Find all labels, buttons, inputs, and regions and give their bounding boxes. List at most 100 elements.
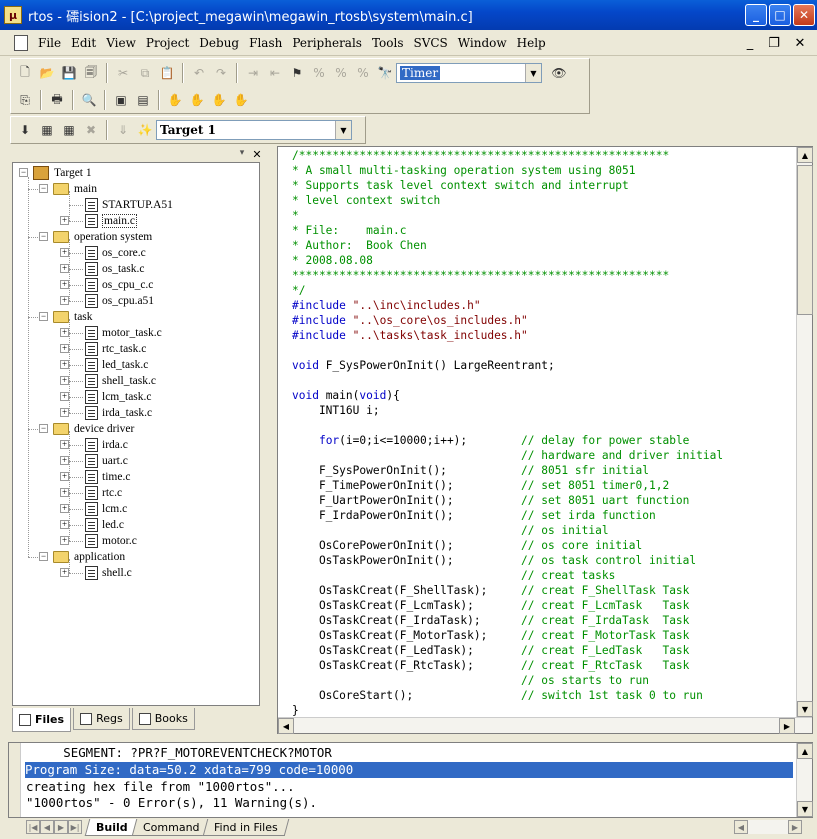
tree-file[interactable]: STARTUP.A51 bbox=[85, 197, 173, 213]
collapse-toggle-icon[interactable]: − bbox=[39, 312, 48, 321]
scroll-right-icon[interactable]: ▶ bbox=[788, 820, 802, 834]
scroll-up-icon[interactable]: ▲ bbox=[797, 743, 813, 759]
tree-file[interactable]: + motor.c bbox=[60, 533, 137, 549]
menu-view[interactable]: View bbox=[101, 36, 141, 50]
open-folder-icon[interactable]: 📂 bbox=[36, 62, 58, 84]
editor-horizontal-scrollbar[interactable]: ◀ ▶ bbox=[278, 717, 812, 734]
minimize-button[interactable]: _ bbox=[745, 4, 767, 26]
tree-file[interactable]: + main.c bbox=[60, 213, 137, 229]
scroll-down-icon[interactable]: ▼ bbox=[797, 701, 813, 717]
collapse-toggle-icon[interactable]: − bbox=[39, 552, 48, 561]
expand-toggle-icon[interactable]: + bbox=[60, 456, 69, 465]
scroll-thumb[interactable] bbox=[797, 165, 813, 315]
menu-svcs[interactable]: SVCS bbox=[408, 36, 452, 50]
rebuild-icon[interactable]: ▦ bbox=[58, 119, 80, 141]
tree-file[interactable]: + motor_task.c bbox=[60, 325, 162, 341]
tree-group[interactable]: − main bbox=[39, 181, 97, 197]
collapse-toggle-icon[interactable]: − bbox=[19, 168, 28, 177]
tree-file[interactable]: + os_core.c bbox=[60, 245, 146, 261]
tree-file[interactable]: + led_task.c bbox=[60, 357, 148, 373]
cut-icon[interactable]: ✂ bbox=[112, 62, 134, 84]
binoculars-icon[interactable]: 👁 bbox=[548, 62, 570, 84]
scroll-left-icon[interactable]: ◀ bbox=[734, 820, 748, 834]
tab-files[interactable]: Files bbox=[12, 708, 72, 732]
expand-toggle-icon[interactable]: + bbox=[60, 488, 69, 497]
tree-file[interactable]: + rtc_task.c bbox=[60, 341, 146, 357]
copy-icon[interactable]: ⧉ bbox=[134, 62, 156, 84]
unindent-icon[interactable]: ⇤ bbox=[264, 62, 286, 84]
document-icon[interactable] bbox=[14, 34, 28, 51]
panel-pin-icon[interactable]: ▾ bbox=[236, 148, 248, 160]
expand-toggle-icon[interactable]: + bbox=[60, 344, 69, 353]
tree-file[interactable]: + rtc.c bbox=[60, 485, 122, 501]
paste-icon[interactable]: 📋 bbox=[156, 62, 178, 84]
menu-tools[interactable]: Tools bbox=[367, 36, 409, 50]
target-combo[interactable]: Target 1 ▼ bbox=[156, 120, 352, 140]
tree-file[interactable]: + lcm.c bbox=[60, 501, 127, 517]
window-workspace-icon[interactable]: ▣ bbox=[110, 89, 132, 111]
tab-books[interactable]: Books bbox=[131, 708, 195, 730]
expand-toggle-icon[interactable]: + bbox=[60, 568, 69, 577]
scroll-right-icon[interactable]: ▶ bbox=[779, 718, 795, 734]
output-window[interactable]: SEGMENT: ?PR?F_MOTOREVENTCHECK?MOTOR Pro… bbox=[8, 742, 813, 818]
menu-peripherals[interactable]: Peripherals bbox=[287, 36, 367, 50]
code-text[interactable]: /***************************************… bbox=[292, 148, 723, 718]
expand-toggle-icon[interactable]: + bbox=[60, 440, 69, 449]
save-all-icon[interactable]: 🗐 bbox=[80, 62, 102, 84]
save-icon[interactable]: 💾 bbox=[58, 62, 80, 84]
tree-file[interactable]: + led.c bbox=[60, 517, 124, 533]
bookmark-next-icon[interactable]: % bbox=[308, 62, 330, 84]
debug-session-icon[interactable]: ⎘ bbox=[14, 89, 36, 111]
panel-close-icon[interactable]: ✕ bbox=[251, 148, 263, 161]
scroll-down-icon[interactable]: ▼ bbox=[797, 801, 813, 817]
build-icon[interactable]: ▦ bbox=[36, 119, 58, 141]
expand-toggle-icon[interactable]: + bbox=[60, 520, 69, 529]
hand-stop-icon[interactable]: ✋ bbox=[186, 89, 208, 111]
output-line-selected[interactable]: Program Size: data=50.2 xdata=799 code=1… bbox=[25, 762, 793, 778]
output-gripper[interactable] bbox=[9, 743, 21, 817]
expand-toggle-icon[interactable]: + bbox=[60, 248, 69, 257]
tab-command[interactable]: Command bbox=[131, 818, 211, 836]
expand-toggle-icon[interactable]: + bbox=[60, 472, 69, 481]
menu-debug[interactable]: Debug bbox=[194, 36, 244, 50]
last-tab-icon[interactable]: ▶| bbox=[68, 820, 82, 834]
mdi-restore-button[interactable]: ❐ bbox=[764, 33, 784, 53]
menu-project[interactable]: Project bbox=[141, 36, 194, 50]
scroll-left-icon[interactable]: ◀ bbox=[278, 718, 294, 734]
maximize-button[interactable]: □ bbox=[769, 4, 791, 26]
stop-build-icon[interactable]: ✖ bbox=[80, 119, 102, 141]
bookmark-clear-icon[interactable]: % bbox=[352, 62, 374, 84]
first-tab-icon[interactable]: |◀ bbox=[26, 820, 40, 834]
print-icon[interactable]: 🖶 bbox=[46, 89, 68, 111]
tree-file[interactable]: + os_task.c bbox=[60, 261, 144, 277]
collapse-toggle-icon[interactable]: − bbox=[39, 184, 48, 193]
bookmark-prev-icon[interactable]: % bbox=[330, 62, 352, 84]
download-icon[interactable]: ⇓ bbox=[112, 119, 134, 141]
chevron-down-icon[interactable]: ▼ bbox=[525, 64, 541, 82]
menu-help[interactable]: Help bbox=[512, 36, 551, 50]
menu-file[interactable]: File bbox=[33, 36, 66, 50]
app-icon[interactable]: μ bbox=[4, 6, 22, 24]
expand-toggle-icon[interactable]: + bbox=[60, 536, 69, 545]
tree-group[interactable]: − device driver bbox=[39, 421, 134, 437]
expand-toggle-icon[interactable]: + bbox=[60, 376, 69, 385]
tree-file[interactable]: + shell.c bbox=[60, 565, 132, 581]
chevron-down-icon[interactable]: ▼ bbox=[335, 121, 351, 139]
tree-root[interactable]: − Target 1 bbox=[19, 165, 92, 181]
tree-file[interactable]: + uart.c bbox=[60, 453, 128, 469]
options-wand-icon[interactable]: ✨ bbox=[134, 119, 156, 141]
editor-vertical-scrollbar[interactable]: ▲ ▼ bbox=[796, 147, 813, 717]
tree-file[interactable]: + shell_task.c bbox=[60, 373, 156, 389]
tree-file[interactable]: + lcm_task.c bbox=[60, 389, 152, 405]
bookmark-toggle-icon[interactable]: ⚑ bbox=[286, 62, 308, 84]
zoom-icon[interactable]: 🔍 bbox=[78, 89, 100, 111]
undo-icon[interactable]: ↶ bbox=[188, 62, 210, 84]
scroll-up-icon[interactable]: ▲ bbox=[797, 147, 813, 163]
expand-toggle-icon[interactable]: + bbox=[60, 280, 69, 289]
indent-icon[interactable]: ⇥ bbox=[242, 62, 264, 84]
output-vertical-scrollbar[interactable]: ▲ ▼ bbox=[796, 743, 813, 817]
tree-file[interactable]: + os_cpu_c.c bbox=[60, 277, 153, 293]
hand-icon[interactable]: ✋ bbox=[164, 89, 186, 111]
tree-group[interactable]: − operation system bbox=[39, 229, 152, 245]
translate-icon[interactable]: ⬇ bbox=[14, 119, 36, 141]
